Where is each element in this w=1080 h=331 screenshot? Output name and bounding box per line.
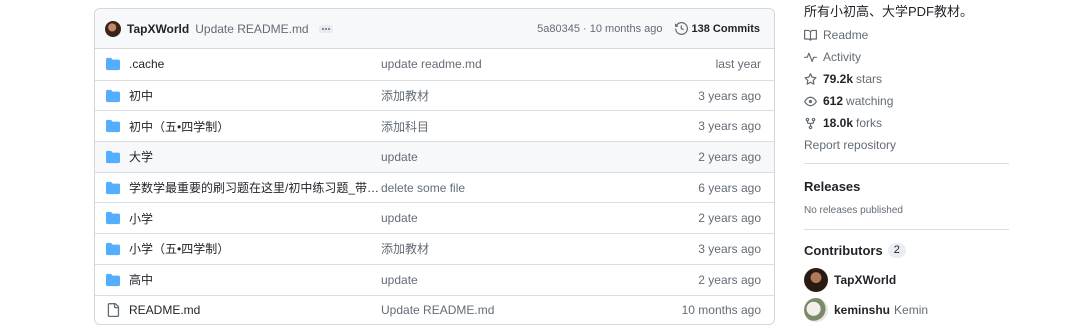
- file-name-link[interactable]: 高中: [129, 271, 381, 288]
- table-row[interactable]: 大学 update 2 years ago: [95, 141, 774, 172]
- commit-age: 10 months ago: [681, 303, 761, 318]
- folder-icon-cell: [97, 119, 129, 133]
- commit-message-link[interactable]: update: [381, 150, 698, 164]
- commit-age: 6 years ago: [698, 180, 761, 195]
- folder-icon: [106, 120, 120, 133]
- forks-label: forks: [856, 116, 883, 130]
- file-list: TapXWorld Update README.md 5a80345 · 10 …: [94, 8, 775, 325]
- watching-link[interactable]: 612 watching: [804, 94, 893, 108]
- folder-icon: [106, 181, 120, 194]
- pulse-icon: [804, 52, 817, 62]
- eye-icon: [804, 96, 817, 106]
- commit-message-link[interactable]: delete some file: [381, 181, 698, 195]
- folder-icon-cell: [97, 242, 129, 256]
- history-icon: [674, 22, 688, 35]
- forks-link[interactable]: 18.0k forks: [804, 116, 882, 130]
- folder-icon: [106, 150, 120, 164]
- table-row[interactable]: .cache update readme.md last year: [95, 49, 774, 80]
- file-icon: [107, 303, 120, 318]
- table-row[interactable]: 小学 update 2 years ago: [95, 202, 774, 233]
- no-releases-text: No releases published: [804, 205, 903, 216]
- report-repository-link[interactable]: Report repository: [804, 138, 896, 152]
- folder-icon-cell: [97, 273, 129, 287]
- readme-label: Readme: [823, 28, 869, 42]
- commit-message-link[interactable]: 添加科目: [381, 118, 698, 135]
- contributors-title: Contributors: [804, 243, 883, 258]
- table-row[interactable]: README.md Update README.md 10 months ago: [95, 294, 774, 325]
- file-name-link[interactable]: 小学（五•四学制）: [129, 240, 381, 257]
- commit-age: 3 years ago: [698, 119, 761, 134]
- table-row[interactable]: 初中（五•四学制） 添加科目 3 years ago: [95, 110, 774, 141]
- fork-icon: [805, 117, 816, 129]
- activity-link[interactable]: Activity: [804, 50, 861, 64]
- sidebar-divider: [804, 229, 1009, 230]
- commit-message-link[interactable]: Update README.md: [381, 303, 682, 317]
- contributor-login[interactable]: keminshu: [834, 303, 890, 317]
- file-name-link[interactable]: 初中（五•四学制）: [129, 118, 381, 135]
- watching-count: 612: [823, 94, 844, 108]
- file-name-link[interactable]: README.md: [129, 303, 381, 317]
- folder-icon: [106, 242, 120, 256]
- folder-icon: [106, 89, 120, 102]
- commit-sha-time[interactable]: 5a80345 · 10 months ago: [537, 23, 662, 35]
- table-row[interactable]: 高中 update 2 years ago: [95, 263, 774, 295]
- folder-icon-cell: [97, 181, 129, 195]
- releases-heading[interactable]: Releases: [804, 179, 860, 194]
- stars-count: 79.2k: [823, 72, 854, 86]
- repo-description: 所有小初高、大学PDF教材。: [804, 4, 974, 19]
- forks-count: 18.0k: [823, 116, 854, 130]
- commit-message-link[interactable]: 添加教材: [381, 87, 698, 104]
- commit-message-link[interactable]: 添加教材: [381, 240, 698, 257]
- readme-link[interactable]: Readme: [804, 28, 868, 42]
- commit-message[interactable]: Update README.md: [195, 22, 308, 36]
- commit-age: last year: [715, 57, 761, 72]
- table-row[interactable]: 小学（五•四学制） 添加教材 3 years ago: [95, 233, 774, 264]
- contributor-item[interactable]: TapXWorld: [804, 268, 900, 292]
- folder-icon: [106, 273, 120, 286]
- contributors-count-badge: 2: [887, 243, 906, 258]
- table-row[interactable]: 学数学最重要的刷习题在这里/初中练习题_带答... delete some fil…: [95, 171, 774, 203]
- folder-icon-cell: [97, 211, 129, 225]
- folder-icon-cell: [97, 57, 129, 71]
- file-name-link[interactable]: 小学: [129, 210, 381, 227]
- contributor-name: Kemin: [894, 303, 929, 317]
- watching-label: watching: [846, 94, 894, 108]
- commit-age: 2 years ago: [698, 149, 761, 164]
- star-icon: [804, 72, 817, 85]
- commit-details-button[interactable]: [318, 24, 333, 33]
- file-name-link[interactable]: 大学: [129, 148, 381, 165]
- commit-message-link[interactable]: update readme.md: [381, 57, 716, 71]
- commit-age: 2 years ago: [698, 272, 761, 287]
- commit-age: 3 years ago: [698, 88, 761, 103]
- latest-commit-bar: TapXWorld Update README.md 5a80345 · 10 …: [95, 9, 774, 49]
- stars-link[interactable]: 79.2k stars: [804, 72, 882, 86]
- avatar[interactable]: [804, 298, 828, 322]
- file-name-link[interactable]: 初中: [129, 87, 381, 104]
- commit-age: 2 years ago: [698, 211, 761, 226]
- file-icon-cell: [97, 303, 129, 318]
- commits-link[interactable]: 138 Commits: [674, 22, 760, 35]
- contributors-heading[interactable]: Contributors 2: [804, 243, 906, 258]
- folder-icon: [106, 212, 120, 225]
- contributor-login[interactable]: TapXWorld: [834, 273, 896, 287]
- stars-label: stars: [856, 72, 883, 86]
- commit-author[interactable]: TapXWorld: [127, 22, 189, 36]
- commits-count: 138 Commits: [691, 22, 760, 35]
- book-icon: [804, 29, 817, 41]
- folder-icon: [106, 58, 120, 71]
- commit-age: 3 years ago: [698, 241, 761, 256]
- sidebar-divider: [804, 163, 1009, 164]
- table-row[interactable]: 初中 添加教材 3 years ago: [95, 79, 774, 111]
- activity-label: Activity: [823, 50, 862, 64]
- commit-message-link[interactable]: update: [381, 211, 698, 225]
- avatar[interactable]: [804, 268, 828, 292]
- file-name-link[interactable]: .cache: [129, 57, 381, 71]
- commit-message-link[interactable]: update: [381, 273, 698, 287]
- file-name-link[interactable]: 学数学最重要的刷习题在这里/初中练习题_带答...: [129, 179, 381, 196]
- author-avatar[interactable]: [105, 20, 121, 37]
- folder-icon-cell: [97, 89, 129, 103]
- contributor-item[interactable]: keminshu Kemin: [804, 298, 928, 322]
- folder-icon-cell: [97, 150, 129, 164]
